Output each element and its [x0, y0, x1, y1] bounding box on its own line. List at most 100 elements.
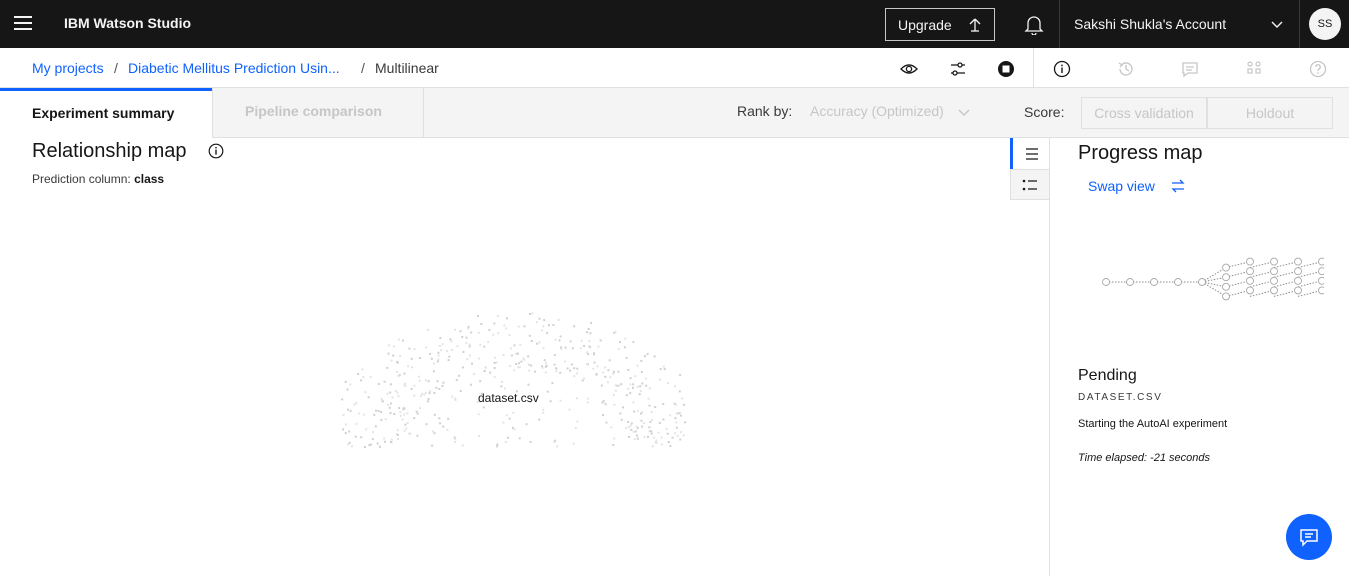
relationship-dot — [671, 436, 674, 439]
relationship-dot — [652, 436, 655, 439]
notification-bell-icon[interactable] — [1023, 13, 1047, 36]
progress-node — [1294, 286, 1302, 295]
relationship-dot — [560, 348, 563, 350]
relationship-dot — [629, 377, 632, 380]
relationship-dot — [647, 397, 650, 400]
relationship-dot — [480, 323, 483, 325]
chevron-down-icon[interactable] — [1270, 17, 1284, 36]
eye-icon[interactable] — [900, 60, 918, 78]
relationship-dot — [573, 375, 576, 378]
relationship-dot — [613, 437, 616, 440]
chevron-down-icon[interactable] — [957, 105, 971, 124]
relationship-dot — [405, 427, 408, 430]
rank-by-dropdown[interactable]: Accuracy (Optimized) — [810, 103, 944, 119]
avatar[interactable]: SS — [1309, 8, 1341, 40]
information-icon[interactable] — [208, 143, 224, 159]
relationship-dot — [516, 352, 519, 355]
relationship-dot — [667, 382, 669, 385]
relationship-dot — [423, 393, 426, 396]
progress-node — [1222, 263, 1230, 272]
relationship-dot — [383, 380, 386, 383]
relationship-dot — [649, 430, 652, 433]
relationship-dot — [680, 431, 682, 434]
relationship-dot — [640, 371, 643, 373]
breadcrumb-my-projects[interactable]: My projects — [32, 60, 104, 76]
settings-sliders-icon[interactable] — [949, 60, 967, 78]
relationship-dot — [544, 371, 547, 374]
relationship-dot — [433, 432, 436, 435]
progress-map-diagram[interactable] — [1088, 248, 1324, 308]
relationship-dot — [508, 334, 511, 336]
progress-node — [1318, 276, 1324, 285]
relationship-dot — [349, 383, 352, 386]
relationship-dot — [493, 322, 496, 325]
relationship-dot — [554, 338, 557, 341]
relationship-dot — [425, 346, 428, 349]
breadcrumb-separator: / — [361, 60, 365, 76]
relationship-dot — [413, 394, 416, 397]
swap-view-link[interactable]: Swap view — [1088, 178, 1155, 194]
progress-node — [1270, 257, 1278, 266]
relationship-dot — [580, 339, 583, 342]
information-icon[interactable] — [1053, 60, 1071, 78]
relationship-dot — [518, 437, 521, 440]
progress-node — [1318, 286, 1324, 295]
list-view-button[interactable] — [1010, 138, 1050, 169]
relationship-dot — [624, 337, 627, 340]
menu-icon[interactable] — [14, 16, 34, 32]
section-title: Progress map — [1078, 142, 1203, 164]
swap-arrows-icon[interactable] — [1170, 178, 1186, 199]
assets-icon[interactable] — [1245, 60, 1263, 78]
relationship-dot — [622, 406, 624, 409]
relationship-dot — [641, 411, 644, 414]
relationship-map-chart[interactable] — [340, 286, 690, 466]
relationship-dot — [437, 351, 440, 354]
relationship-dot — [590, 321, 593, 324]
help-icon[interactable] — [1309, 60, 1327, 78]
relationship-dot — [373, 413, 376, 416]
comment-icon[interactable] — [1181, 60, 1199, 78]
relationship-dot — [459, 390, 462, 392]
relationship-dot — [455, 379, 458, 382]
relationship-dot — [389, 391, 392, 394]
relationship-dot — [657, 431, 660, 434]
bulleted-list-button[interactable] — [1010, 169, 1050, 200]
tab-pipeline-comparison[interactable]: Pipeline comparison — [212, 88, 424, 138]
relationship-dot — [559, 371, 562, 374]
relationship-dot — [576, 397, 579, 400]
relationship-dot — [675, 421, 678, 424]
relationship-dot — [655, 441, 658, 444]
relationship-dot — [433, 391, 436, 394]
stop-icon[interactable] — [997, 60, 1015, 78]
relationship-dot — [387, 344, 390, 347]
relationship-dot — [553, 354, 556, 357]
relationship-dot — [403, 429, 406, 432]
product-name[interactable]: IBM Watson Studio — [64, 15, 191, 31]
relationship-dot — [515, 363, 518, 365]
section-title: Relationship map — [32, 140, 187, 162]
relationship-dot — [633, 410, 636, 413]
relationship-dot — [507, 436, 510, 439]
history-icon[interactable] — [1117, 60, 1135, 78]
relationship-dot — [363, 413, 366, 416]
relationship-dot — [607, 381, 609, 384]
relationship-dot — [581, 379, 584, 382]
relationship-dot — [538, 341, 541, 344]
upgrade-button[interactable]: Upgrade — [885, 8, 995, 41]
relationship-dot — [355, 402, 358, 405]
chat-button[interactable] — [1286, 514, 1332, 560]
cross-validation-button[interactable]: Cross validation — [1081, 97, 1207, 129]
breadcrumb-project[interactable]: Diabetic Mellitus Prediction Usin... — [128, 60, 340, 76]
relationship-dot — [649, 420, 652, 423]
relationship-dot — [469, 354, 471, 357]
relationship-dot — [386, 366, 389, 369]
relationship-dot — [609, 376, 612, 379]
account-switcher[interactable]: Sakshi Shukla's Account — [1074, 16, 1226, 32]
relationship-dot — [593, 361, 596, 364]
relationship-dot — [612, 444, 615, 446]
relationship-dot — [599, 339, 602, 342]
relationship-dot — [484, 366, 487, 369]
tab-experiment-summary[interactable]: Experiment summary — [0, 88, 212, 138]
holdout-button[interactable]: Holdout — [1207, 97, 1333, 129]
relationship-dot — [662, 418, 665, 421]
